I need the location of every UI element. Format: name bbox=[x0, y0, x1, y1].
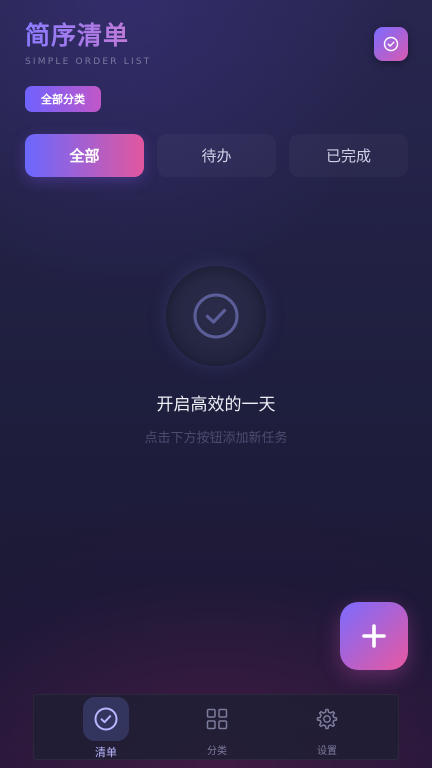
header-check-button[interactable] bbox=[374, 27, 408, 61]
plus-icon bbox=[362, 624, 386, 648]
category-filter-chip[interactable]: 全部分类 bbox=[25, 86, 101, 112]
grid-icon bbox=[206, 708, 228, 730]
tab-todo[interactable]: 待办 bbox=[157, 134, 276, 177]
nav-label-settings: 设置 bbox=[317, 746, 337, 757]
empty-state-title: 开启高效的一天 bbox=[156, 395, 276, 415]
app-subtitle: SIMPLE ORDER LIST bbox=[25, 57, 152, 67]
empty-state-icon-circle bbox=[166, 266, 266, 366]
tab-completed[interactable]: 已完成 bbox=[289, 134, 408, 177]
nav-label-categories: 分类 bbox=[207, 746, 227, 757]
app-title: 简序清单 bbox=[25, 19, 129, 53]
tab-all[interactable]: 全部 bbox=[25, 134, 144, 177]
check-circle-icon bbox=[193, 293, 239, 339]
add-task-button[interactable] bbox=[340, 602, 408, 670]
check-circle-icon bbox=[94, 707, 118, 731]
gear-icon bbox=[316, 708, 338, 730]
check-circle-icon bbox=[383, 36, 399, 52]
nav-item-list[interactable]: 清单 bbox=[71, 695, 141, 761]
nav-item-settings[interactable]: 设置 bbox=[292, 695, 362, 761]
empty-state-hint: 点击下方按钮添加新任务 bbox=[144, 431, 288, 446]
nav-label-list: 清单 bbox=[95, 746, 117, 759]
status-tabs: 全部 待办 已完成 bbox=[25, 134, 408, 177]
bottom-navigation: 清单 分类 设置 bbox=[33, 694, 399, 760]
nav-item-categories[interactable]: 分类 bbox=[182, 695, 252, 761]
